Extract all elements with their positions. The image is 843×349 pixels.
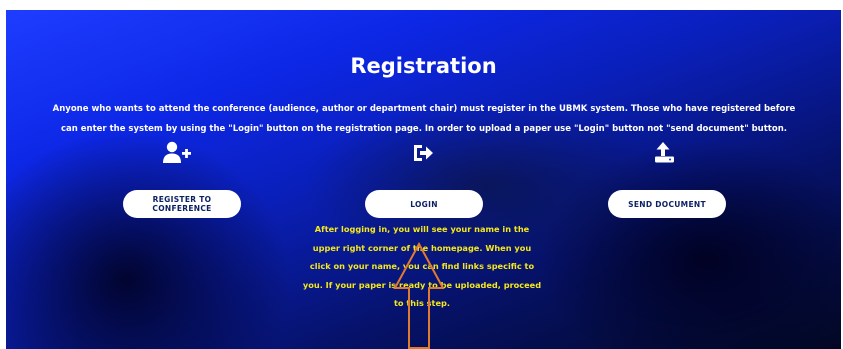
login-button[interactable]: LOGIN	[365, 190, 483, 218]
up-arrow-icon	[391, 241, 447, 349]
registration-description: Anyone who wants to attend the conferenc…	[52, 104, 796, 134]
sign-in-icon	[410, 141, 440, 165]
register-to-conference-button[interactable]: REGISTER TO CONFERENCE	[123, 190, 241, 218]
registration-section: Registration Anyone who wants to attend …	[6, 10, 841, 349]
section-title: Registration	[350, 54, 497, 78]
upload-icon	[653, 141, 683, 165]
add-user-icon	[162, 141, 192, 165]
send-document-button[interactable]: SEND DOCUMENT	[608, 190, 726, 218]
